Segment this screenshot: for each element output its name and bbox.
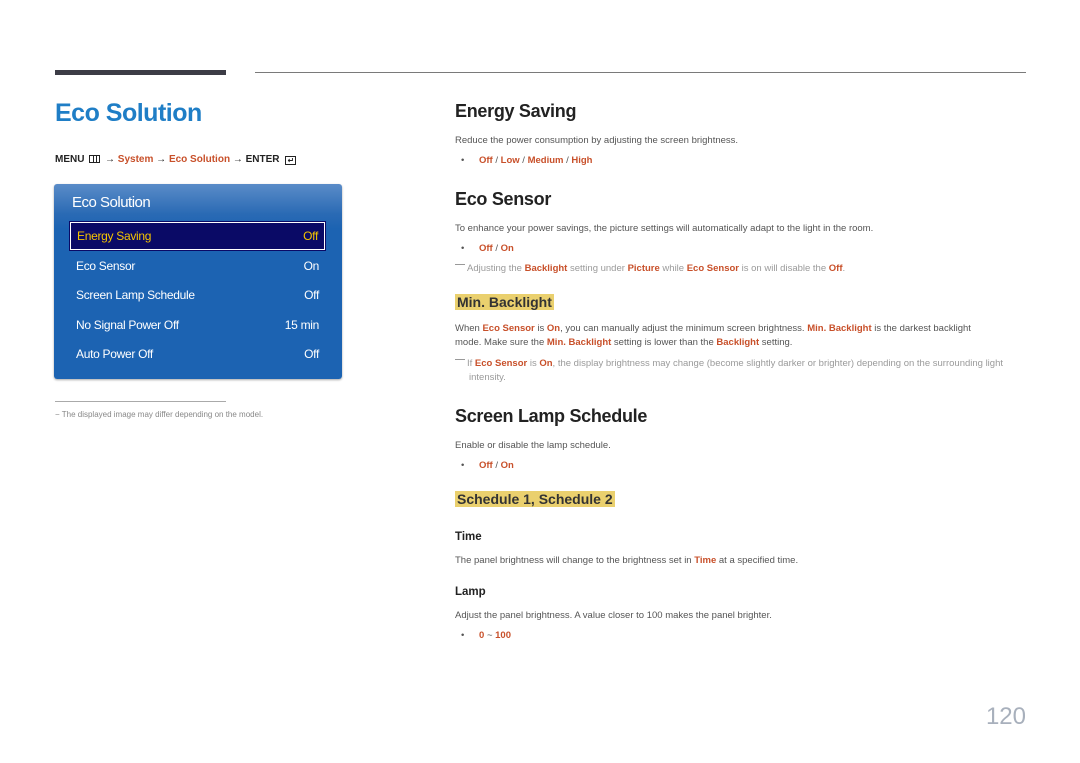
- heading-screen-lamp-schedule: Screen Lamp Schedule: [455, 406, 648, 426]
- option: On: [500, 243, 514, 254]
- osd-item-value: On: [303, 259, 320, 273]
- enter-icon: ↵: [285, 156, 297, 165]
- heading-min-backlight: Min. Backlight: [455, 294, 554, 310]
- lamp-description: Adjust the panel brightness. A value clo…: [455, 610, 772, 621]
- option: High: [571, 155, 593, 166]
- osd-item-energy-saving[interactable]: Energy Saving Off: [70, 222, 325, 250]
- bullet-icon: •: [461, 155, 465, 166]
- option: On: [500, 460, 514, 471]
- range-min: 0: [479, 630, 485, 641]
- note-dash-icon: [455, 359, 465, 360]
- osd-item-value: Off: [304, 288, 319, 302]
- screen-lamp-schedule-description: Enable or disable the lamp schedule.: [455, 440, 611, 451]
- menu-path-system: System: [117, 154, 154, 165]
- osd-item-label: No Signal Power Off: [76, 318, 179, 332]
- range-separator: ~: [486, 630, 493, 641]
- osd-item-label: Screen Lamp Schedule: [76, 288, 195, 302]
- bullet-icon: •: [461, 630, 465, 641]
- osd-item-screen-lamp-schedule[interactable]: Screen Lamp Schedule Off: [70, 282, 325, 308]
- arrow: →: [105, 154, 116, 165]
- osd-item-eco-sensor[interactable]: Eco Sensor On: [70, 253, 325, 279]
- option: Off: [479, 460, 493, 471]
- option: Medium: [527, 155, 564, 166]
- page-title: Eco Solution: [55, 99, 202, 127]
- osd-item-no-signal-power-off[interactable]: No Signal Power Off 15 min: [70, 312, 325, 338]
- osd-item-label: Eco Sensor: [76, 259, 136, 273]
- osd-item-value: 15 min: [284, 318, 320, 332]
- osd-item-auto-power-off[interactable]: Auto Power Off Off: [70, 341, 325, 367]
- bullet-icon: •: [461, 243, 465, 254]
- option: Off: [479, 243, 493, 254]
- menu-grid-icon: [89, 155, 101, 163]
- footnote: − The displayed image may differ dependi…: [55, 410, 263, 419]
- footnote-rule: [55, 401, 226, 402]
- header-rule-thick: [55, 70, 226, 75]
- min-backlight-line-1: When Eco Sensor is On, you can manually …: [455, 323, 971, 334]
- lamp-range: • 0 ~ 100: [461, 630, 511, 641]
- osd-menu-panel: Eco Solution Energy Saving Off Eco Senso…: [54, 184, 342, 379]
- arrow: →: [156, 154, 167, 165]
- energy-saving-options: • Off / Low / Medium / High: [461, 155, 593, 166]
- option: Off: [479, 155, 493, 166]
- eco-sensor-options: • Off / On: [461, 243, 514, 254]
- heading-schedule: Schedule 1, Schedule 2: [455, 491, 615, 507]
- min-backlight-line-2: mode. Make sure the Min. Backlight setti…: [455, 337, 793, 348]
- option: Low: [500, 155, 520, 166]
- min-backlight-note: If Eco Sensor is On, the display brightn…: [455, 357, 1039, 385]
- note-dash-icon: [455, 264, 465, 265]
- enter-label: ENTER: [245, 154, 280, 165]
- screen-lamp-schedule-options: • Off / On: [461, 460, 514, 471]
- energy-saving-description: Reduce the power consumption by adjustin…: [455, 135, 739, 146]
- eco-sensor-description: To enhance your power savings, the pictu…: [455, 223, 874, 234]
- header-rule-thin: [255, 72, 1026, 73]
- dash-icon: −: [55, 410, 62, 419]
- bullet-icon: •: [461, 460, 465, 471]
- osd-item-value: Off: [304, 347, 319, 361]
- range-max: 100: [495, 630, 511, 641]
- time-description: The panel brightness will change to the …: [455, 555, 799, 566]
- osd-title: Eco Solution: [72, 194, 151, 211]
- heading-lamp: Lamp: [455, 586, 486, 598]
- eco-sensor-note: Adjusting the Backlight setting under Pi…: [455, 262, 1025, 276]
- heading-time: Time: [455, 531, 482, 543]
- menu-label: MENU: [55, 154, 85, 165]
- menu-path-eco-solution: Eco Solution: [168, 154, 231, 165]
- osd-item-label: Auto Power Off: [76, 347, 153, 361]
- footnote-text: The displayed image may differ depending…: [61, 410, 264, 419]
- osd-item-label: Energy Saving: [77, 229, 152, 243]
- page-number: 120: [985, 703, 1026, 730]
- arrow: →: [232, 154, 243, 165]
- menu-path: MENU → System → Eco Solution → ENTER ↵: [55, 154, 297, 165]
- osd-item-value: Off: [303, 229, 318, 243]
- heading-eco-sensor: Eco Sensor: [455, 189, 552, 209]
- heading-energy-saving: Energy Saving: [455, 101, 577, 121]
